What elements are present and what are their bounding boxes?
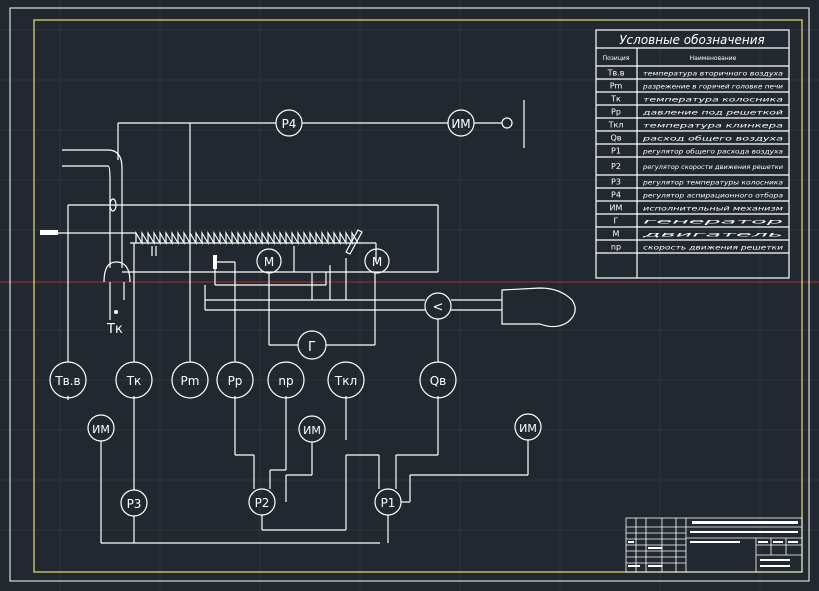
title-block-stamp [625, 517, 803, 573]
control-wiring [67, 396, 529, 544]
kiln-head [40, 149, 136, 320]
legend-row-position: Pm [610, 82, 623, 91]
legend-row-name: скорость движения решетки [643, 245, 783, 252]
compare-label: < [433, 300, 444, 315]
legend-row-name: давление под решеткой [641, 110, 783, 117]
legend-row-position: P1 [611, 147, 621, 156]
sensor-label: Pm [181, 374, 200, 388]
legend-row-name: температура клинкера [643, 123, 783, 130]
legend-row-name: разрежение в горячей головке печи [642, 84, 783, 91]
motor-1-label: М [264, 255, 274, 269]
p4-label: P4 [282, 117, 297, 131]
sensor-label: Tк [126, 374, 142, 388]
schematic-drawing: Условные обозначения Позиция Наименовани… [0, 0, 819, 591]
p3-label: P3 [127, 497, 142, 511]
legend-row-position: М [613, 230, 620, 239]
legend-row-position: ИМ [610, 204, 623, 213]
legend-row-name: регулятор скорости движения решетки [642, 164, 783, 171]
sensor-label: Pр [228, 374, 243, 388]
sensor-label: Tв.в [54, 374, 80, 388]
p3-regulator: P3 [120, 489, 148, 517]
legend-row-name: регулятор аспирационного отбора [642, 192, 783, 200]
legend-row-name: регулятор температуры колосника [642, 180, 783, 187]
legend-row-name: регулятор общего расхода воздуха [642, 148, 783, 156]
title-block-scribbles [628, 521, 798, 567]
im-left-actuator: ИМ [87, 414, 115, 442]
sensor-label: Tкл [334, 374, 357, 388]
fan-housing [501, 287, 576, 328]
p4-loop [117, 100, 525, 362]
legend-row-position: P4 [611, 191, 621, 200]
legend-row-position: Tв.в [607, 69, 625, 78]
legend-title: Условные обозначения [619, 33, 765, 47]
im-right-actuator: ИМ [514, 413, 542, 441]
im-mid-actuator: ИМ [298, 415, 326, 443]
legend-row-name: генератор [643, 219, 783, 226]
p1-label: P1 [381, 496, 396, 510]
legend-row-name: температура колосника [643, 97, 783, 104]
motor-2: М [364, 248, 390, 274]
motor-1: М [256, 248, 282, 274]
generator-label: Г [308, 340, 316, 355]
im-mid-label: ИМ [303, 424, 321, 437]
p4-controller: P4 [275, 109, 303, 137]
p1-regulator: P1 [374, 488, 402, 516]
generator: Г [297, 330, 327, 360]
im-left-label: ИМ [92, 423, 110, 436]
im-top-actuator: ИМ [447, 109, 475, 137]
sensor-label: Qв [430, 374, 447, 388]
legend-row-position: P3 [611, 178, 621, 187]
drawing-canvas: Условные обозначения Позиция Наименовани… [0, 0, 819, 591]
legend-row-name: двигатель [639, 232, 785, 239]
legend-row-position: Qв [610, 134, 621, 143]
im-top-label: ИМ [451, 117, 470, 131]
legend-row-position: nр [611, 243, 621, 252]
p2-regulator: P2 [248, 488, 276, 516]
legend-col-position: Позиция [603, 55, 630, 62]
legend-row-name: расход общего воздуха [641, 135, 783, 143]
compare-element: < [424, 292, 452, 320]
im-right-label: ИМ [519, 422, 537, 435]
legend-row-name: исполнительный механизм [643, 206, 784, 213]
legend-row-position: P2 [611, 162, 621, 171]
legend-row-name: температура вторичного воздуха [643, 71, 783, 78]
tk-label: Tк [106, 322, 123, 337]
legend-row-position: Г [614, 217, 619, 226]
motor-wiring [268, 273, 376, 346]
legend-row-position: Tк [610, 95, 621, 104]
motor-2-label: М [372, 255, 382, 269]
sensor-label: nр [278, 374, 293, 388]
legend-col-name: Наименование [690, 55, 737, 62]
air-duct [204, 285, 502, 362]
legend-row-position: Tкл [608, 121, 624, 130]
legend-row-position: Pр [611, 108, 621, 117]
p2-label: P2 [255, 496, 270, 510]
